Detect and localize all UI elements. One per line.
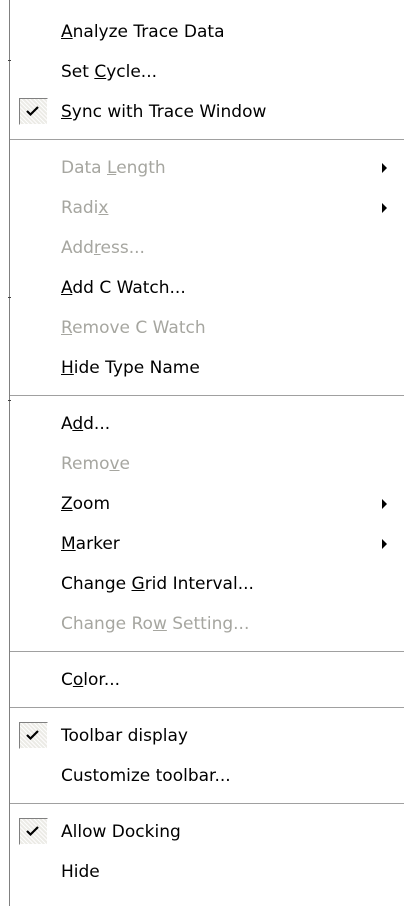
submenu-arrow-icon [382,539,387,549]
menu-item-hide[interactable]: Hide [10,852,404,892]
menu-separator [10,700,404,716]
submenu-arrow-icon [382,499,387,509]
menu-item-customize-toolbar[interactable]: Customize toolbar... [10,756,404,796]
menu-item-label: Marker [61,534,120,554]
menu-item-sync-with-trace-window[interactable]: Sync with Trace Window [10,92,404,132]
menu-separator [10,132,404,148]
menu-item-label: Zoom [61,494,111,514]
menu-item-label: Remove C Watch [61,318,206,338]
menu-item-label: Hide Type Name [61,358,200,378]
checkmark-icon [19,722,48,749]
menu-item-analyze-trace-data[interactable]: Analyze Trace Data [10,12,404,52]
menu-item-data-length[interactable]: Data Length [10,148,404,188]
menu-item-label: Toolbar display [61,726,188,746]
menu-item-label: Change Row Setting... [61,614,250,634]
context-menu: Analyze Trace Data Set Cycle... Sync wit… [10,12,404,892]
checkmark-icon [19,818,48,845]
menu-item-label: Set Cycle... [61,62,158,82]
menu-item-label: Address... [61,238,145,258]
menu-separator [10,796,404,812]
menu-item-hide-type-name[interactable]: Hide Type Name [10,348,404,388]
menu-item-label: Customize toolbar... [61,766,231,786]
menu-item-label: Remove [61,454,130,474]
menu-item-label: Add... [61,414,111,434]
menu-item-label: Change Grid Interval... [61,574,254,594]
menu-item-add[interactable]: Add... [10,404,404,444]
checkmark-icon [19,98,48,125]
menu-item-change-grid-interval[interactable]: Change Grid Interval... [10,564,404,604]
menu-item-label: Data Length [61,158,166,178]
menu-item-label: Radix [61,198,109,218]
menu-separator [10,388,404,404]
menu-item-label: Allow Docking [61,822,181,842]
menu-item-label: Color... [61,670,121,690]
menu-item-allow-docking[interactable]: Allow Docking [10,812,404,852]
menu-item-change-row-setting[interactable]: Change Row Setting... [10,604,404,644]
menu-separator [10,644,404,660]
menu-item-set-cycle[interactable]: Set Cycle... [10,52,404,92]
menu-item-label: Hide [61,862,100,882]
menu-item-radix[interactable]: Radix [10,188,404,228]
menu-item-add-c-watch[interactable]: Add C Watch... [10,268,404,308]
menu-item-toolbar-display[interactable]: Toolbar display [10,716,404,756]
menu-item-color[interactable]: Color... [10,660,404,700]
submenu-arrow-icon [382,163,387,173]
menu-item-marker[interactable]: Marker [10,524,404,564]
submenu-arrow-icon [382,203,387,213]
menu-item-remove-c-watch[interactable]: Remove C Watch [10,308,404,348]
menu-item-label: Sync with Trace Window [61,102,267,122]
menu-item-remove[interactable]: Remove [10,444,404,484]
menu-item-label: Add C Watch... [61,278,186,298]
menu-item-zoom[interactable]: Zoom [10,484,404,524]
menu-item-label: Analyze Trace Data [61,22,225,42]
menu-item-address[interactable]: Address... [10,228,404,268]
